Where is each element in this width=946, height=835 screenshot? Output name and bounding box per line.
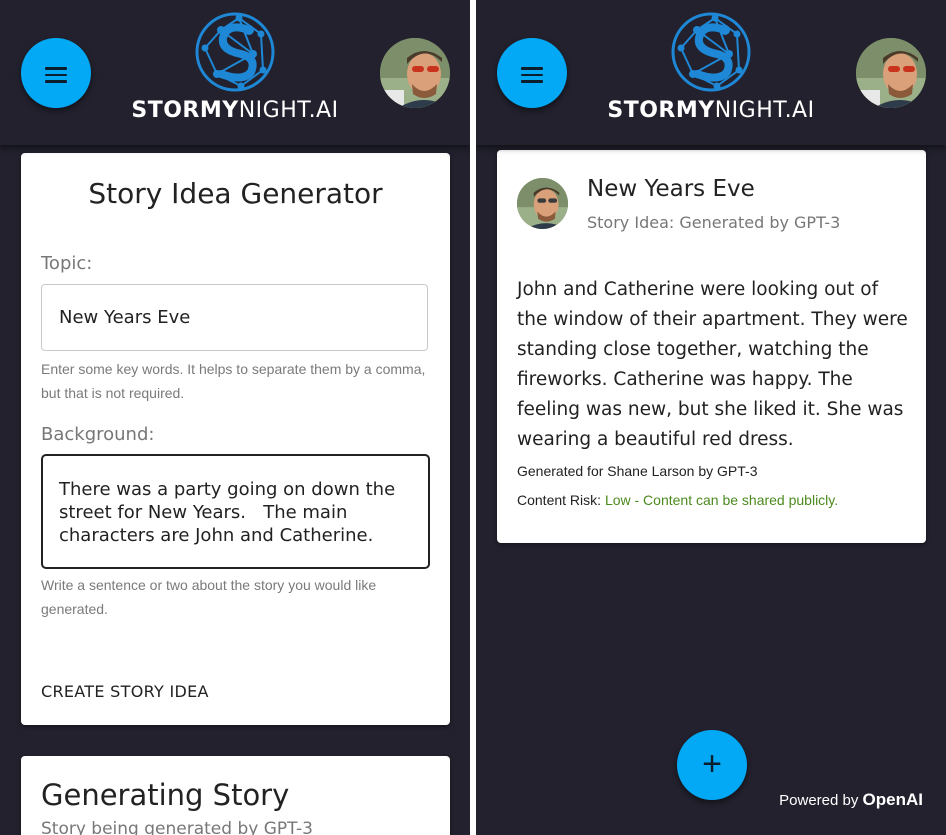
background-textarea[interactable]: There was a party going on down the stre… [41, 454, 430, 569]
story-body: John and Catherine were looking out of t… [517, 279, 908, 450]
generating-subtitle: Story being generated by GPT-3 [41, 819, 313, 835]
avatar-photo-icon [517, 178, 568, 229]
menu-icon [45, 67, 67, 87]
generating-title: Generating Story [41, 778, 290, 812]
app-header: STORMYNIGHT.AI [0, 0, 470, 145]
story-subtitle: Story Idea: Generated by GPT-3 [587, 213, 841, 232]
content-risk-value: Low - Content can be shared publicly. [604, 492, 839, 508]
plus-icon: + [702, 745, 722, 783]
background-label: Background: [41, 424, 155, 445]
topic-label: Topic: [41, 253, 93, 274]
generated-for-text: Generated for Shane Larson by GPT-3 [517, 463, 758, 479]
content-risk: Content Risk: Low - Content can be share… [517, 492, 838, 508]
create-story-idea-button[interactable]: CREATE STORY IDEA [41, 682, 209, 701]
openai-brand: OpenAI [862, 790, 923, 809]
background-hint: Write a sentence or two about the story … [41, 577, 377, 617]
stormynight-logo-icon [671, 12, 751, 92]
stormynight-logo-icon [195, 12, 275, 92]
topic-input[interactable]: New Years Eve [41, 284, 428, 351]
app-header-right: STORMYNIGHT.AI [476, 0, 946, 145]
generating-story-card: Generating Story Story being generated b… [21, 756, 450, 835]
powered-by-openai: Powered by OpenAI [743, 790, 923, 810]
avatar-photo-icon [856, 38, 926, 108]
avatar-photo-icon [380, 38, 450, 108]
user-avatar-right[interactable] [856, 38, 926, 108]
author-avatar [517, 178, 568, 229]
story-title: New Years Eve [587, 176, 755, 202]
user-avatar[interactable] [380, 38, 450, 108]
story-generator-card: Story Idea Generator Topic: New Years Ev… [21, 153, 450, 725]
generator-title: Story Idea Generator [88, 177, 383, 210]
menu-icon [521, 67, 543, 87]
topic-hint: Enter some key words. It helps to separa… [41, 361, 426, 401]
powered-by-label: Powered by [779, 792, 859, 809]
content-risk-label: Content Risk: [517, 492, 602, 508]
add-story-button[interactable]: + [677, 730, 747, 800]
left-screen: STORMYNIGHT.AI Story Idea Generator Topi… [0, 0, 470, 835]
right-screen: STORMYNIGHT.AI New Years Eve Story Idea:… [476, 0, 946, 835]
story-result-card: New Years Eve Story Idea: Generated by G… [497, 150, 926, 543]
